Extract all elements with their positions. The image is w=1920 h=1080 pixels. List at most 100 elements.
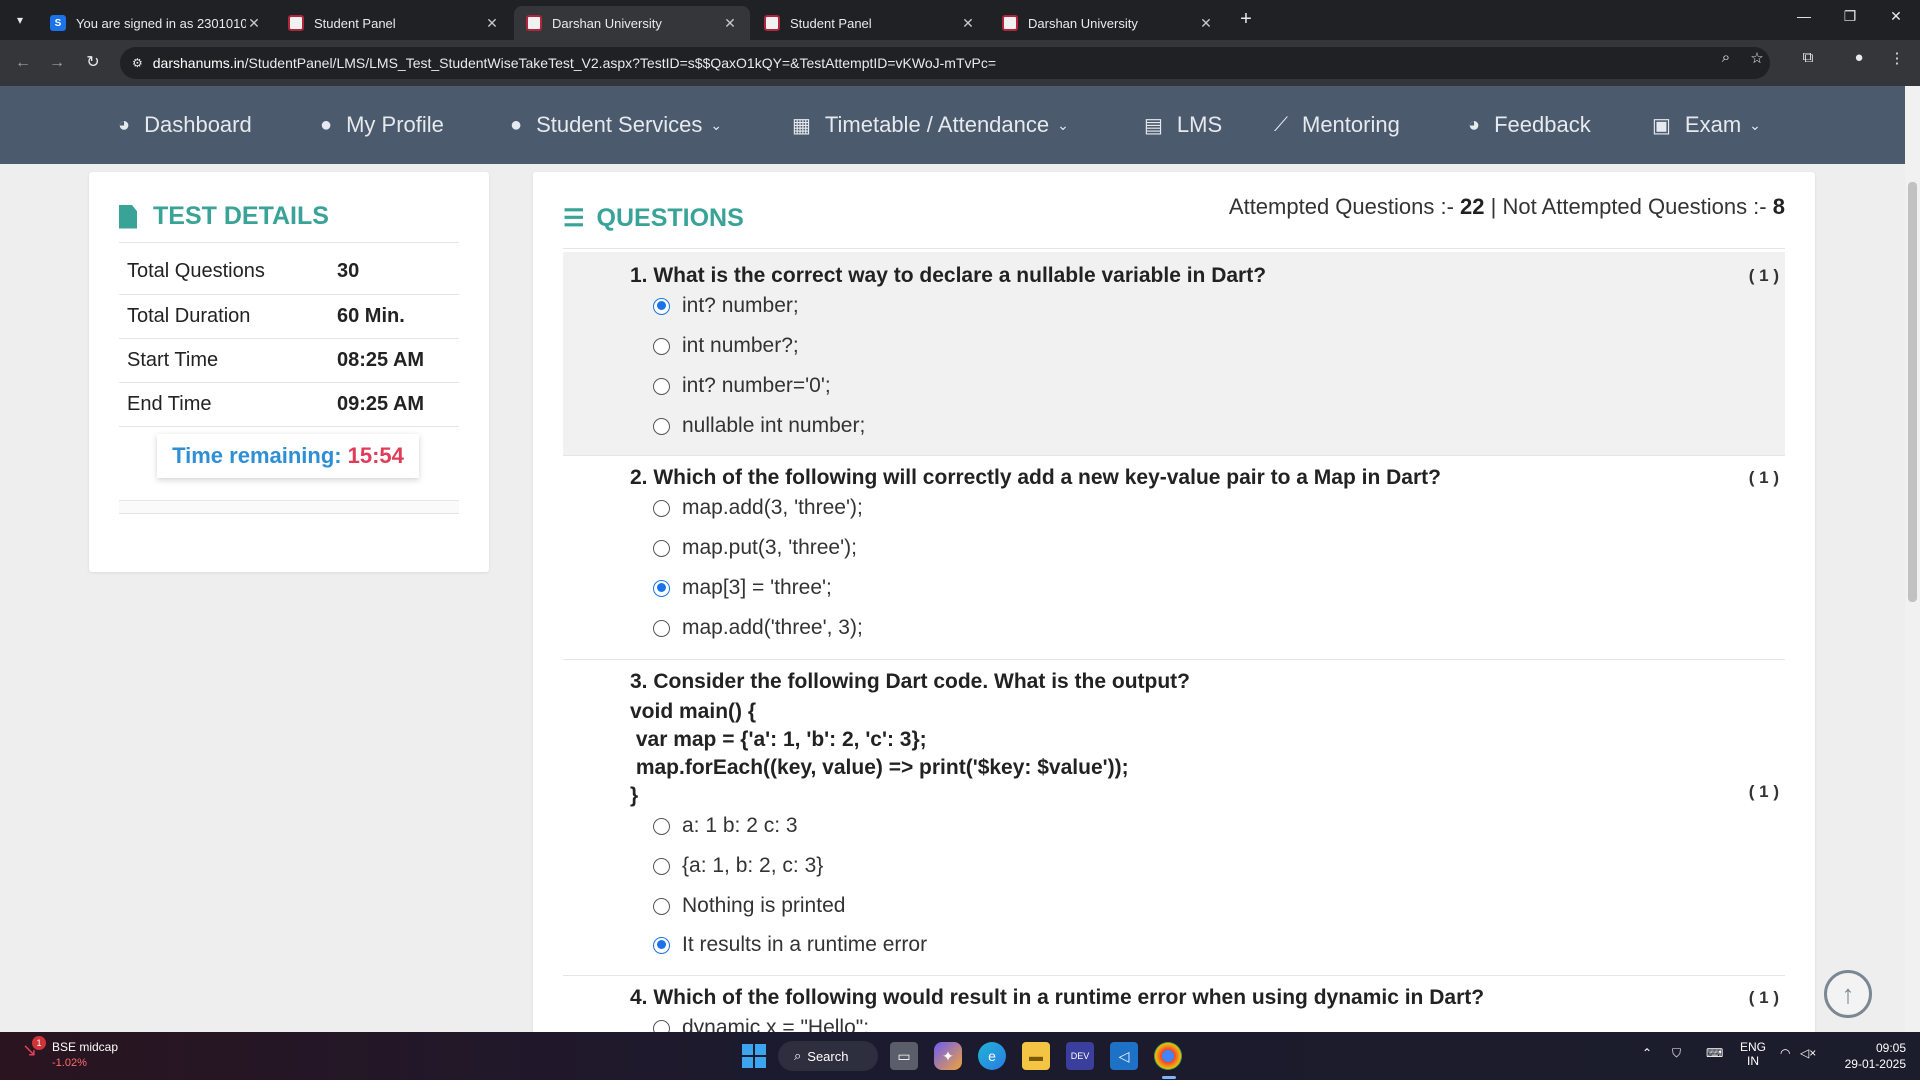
zoom-icon[interactable]: ⌕ [1715,49,1737,66]
radio-button[interactable] [653,619,670,637]
stock-widget[interactable]: ↘ 1 BSE midcap -1.02% [22,1036,119,1069]
browser-tab-active[interactable]: Darshan University ✕ [514,6,750,40]
menu-kebab-icon[interactable]: ⋮ [1886,49,1908,67]
tab-title: Darshan University [552,15,662,31]
profile-avatar-icon[interactable]: ● [1848,49,1870,66]
radio-button-selected[interactable] [653,936,670,954]
answer-option[interactable]: {a: 1, b: 2, c: 3} [653,854,823,878]
vscode-icon[interactable]: ◁ [1110,1042,1138,1070]
answer-option[interactable]: map.add(3, 'three'); [653,496,863,520]
minimize-icon[interactable]: — [1792,8,1816,24]
answer-option[interactable]: int? number='0'; [653,374,831,398]
radio-button[interactable] [653,1019,670,1032]
table-row: Total Duration 60 Min. [119,294,459,339]
answer-option[interactable]: map[3] = 'three'; [653,576,832,600]
answer-option[interactable]: int number?; [653,334,799,358]
file-explorer-icon[interactable]: ▬ [1022,1042,1050,1070]
dev-app-icon[interactable]: DEV [1066,1042,1094,1070]
radio-button[interactable] [653,377,670,395]
browser-tab[interactable]: Darshan University ✕ [990,6,1226,40]
question-marks: ( 1 ) [1748,266,1779,285]
close-tab-icon[interactable]: ✕ [722,15,738,32]
reload-icon[interactable]: ↻ [82,52,104,74]
chrome-icon[interactable] [1154,1042,1182,1070]
answer-option[interactable]: nullable int number; [653,414,865,438]
nav-mentoring[interactable]: ⟋ Mentoring [1274,86,1400,164]
nav-my-profile[interactable]: ● My Profile [320,86,444,164]
taskbar-search[interactable]: ⌕ Search [778,1041,878,1071]
stock-name: BSE midcap [52,1040,119,1054]
radio-button[interactable] [653,539,670,557]
radio-button-selected[interactable] [653,579,670,597]
nav-label: Feedback [1494,112,1591,137]
close-tab-icon[interactable]: ✕ [960,15,976,32]
tab-title: Student Panel [314,15,396,31]
detail-label: End Time [119,382,329,427]
divider [563,248,1785,249]
language-indicator[interactable]: ENG IN [1740,1040,1766,1068]
close-tab-icon[interactable]: ✕ [246,15,262,32]
browser-tab[interactable]: Student Panel ✕ [752,6,988,40]
answer-option[interactable]: dynamic x = "Hello"; [653,1016,869,1032]
divider [119,242,459,243]
nav-lms[interactable]: ▤ LMS [1144,86,1222,164]
wifi-icon[interactable]: ◠ [1780,1046,1790,1060]
nav-exam[interactable]: ▣ Exam ⌄ [1652,86,1761,164]
answer-option[interactable]: It results in a runtime error [653,933,927,957]
radio-button[interactable] [653,337,670,355]
close-window-icon[interactable]: ✕ [1884,8,1908,25]
forward-arrow-icon[interactable]: → [46,52,68,74]
scrollbar-thumb[interactable] [1908,182,1917,602]
nav-timetable-attendance[interactable]: ▦ Timetable / Attendance ⌄ [792,86,1069,164]
option-label: map.add('three', 3); [682,616,863,639]
security-shield-icon[interactable]: ⛉ [1672,1046,1681,1061]
radio-button[interactable] [653,857,670,875]
tab-search-chevron-icon[interactable]: ▾ [8,8,32,32]
questions-heading: ☰ QUESTIONS [563,204,744,233]
restore-icon[interactable]: ❐ [1838,8,1862,25]
edge-browser-icon[interactable]: e [978,1042,1006,1070]
question-text: 4. Which of the following would result i… [630,986,1485,1009]
windows-start-icon[interactable] [740,1042,768,1070]
chevron-up-icon[interactable]: ⌃ [1642,1046,1652,1060]
answer-option[interactable]: map.put(3, 'three'); [653,536,857,560]
radio-button[interactable] [653,897,670,915]
radio-button-selected[interactable] [653,297,670,315]
task-view-icon[interactable]: ▭ [890,1042,918,1070]
speaker-muted-icon[interactable]: ◁× [1800,1046,1816,1060]
nav-feedback[interactable]: ◕ Feedback [1468,86,1591,164]
new-tab-plus-icon[interactable]: + [1234,8,1258,31]
system-clock[interactable]: 09:05 29-01-2025 [1845,1040,1906,1072]
bookmark-star-icon[interactable]: ☆ [1746,49,1768,67]
close-tab-icon[interactable]: ✕ [1198,15,1214,32]
radio-button[interactable] [653,817,670,835]
keyboard-icon[interactable]: ⌨ [1706,1046,1723,1060]
option-label: int? number; [682,294,799,317]
scroll-to-top-arrow-icon[interactable]: ↑ [1824,970,1872,1018]
answer-option[interactable]: Nothing is printed [653,894,845,918]
lang-code: ENG [1740,1040,1767,1054]
extensions-puzzle-icon[interactable]: ⧉ [1797,49,1819,66]
nav-dashboard[interactable]: ◕ Dashboard [118,86,252,164]
radio-button[interactable] [653,499,670,517]
page-scrollbar[interactable] [1905,86,1920,1032]
nav-student-services[interactable]: ● Student Services ⌄ [510,86,722,164]
copilot-icon[interactable]: ✦ [934,1042,962,1070]
close-tab-icon[interactable]: ✕ [484,15,500,32]
detail-label: Start Time [119,338,329,383]
back-arrow-icon[interactable]: ← [12,52,34,74]
answer-option[interactable]: int? number; [653,294,799,318]
browser-tab[interactable]: S You are signed in as 230101011 ✕ [38,6,274,40]
radio-button[interactable] [653,417,670,435]
timer-value: 15:54 [347,443,404,468]
nav-label: Mentoring [1302,112,1400,137]
option-label: int number?; [682,334,799,357]
address-bar[interactable]: ⚙ darshanums.in/StudentPanel/LMS/LMS_Tes… [120,47,1770,79]
clipboard-icon: ▣ [1652,114,1671,137]
site-info-icon[interactable]: ⚙ [132,56,143,70]
browser-tab[interactable]: Student Panel ✕ [276,6,512,40]
option-label: int? number='0'; [682,374,831,397]
answer-option[interactable]: map.add('three', 3); [653,616,863,640]
chevron-down-icon: ⌄ [1057,116,1069,133]
answer-option[interactable]: a: 1 b: 2 c: 3 [653,814,798,838]
